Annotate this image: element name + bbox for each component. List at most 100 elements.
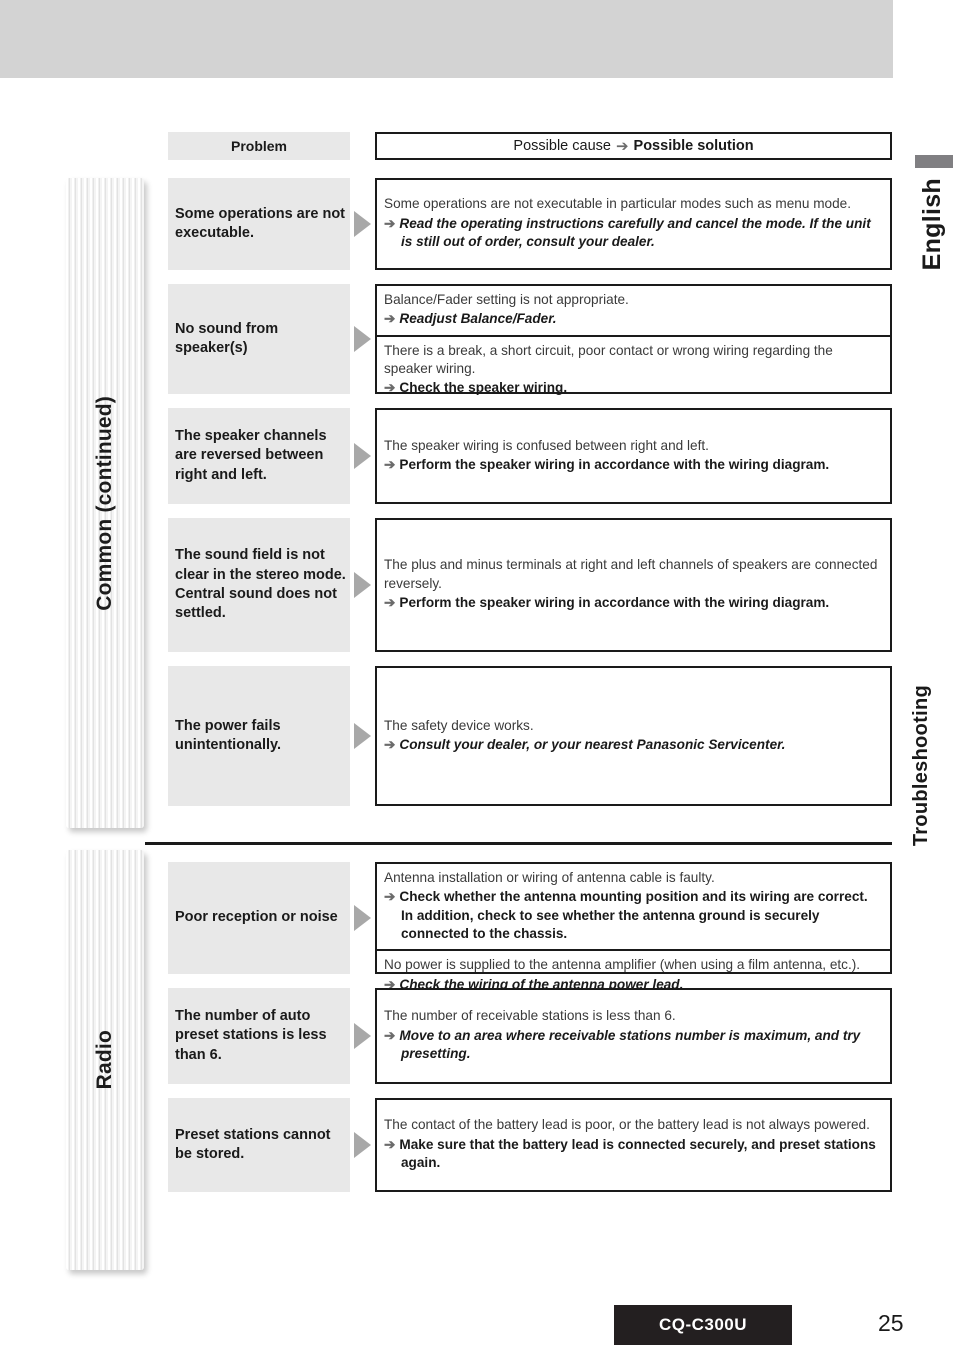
cause-text: Some operations are not executable in pa… [384,196,851,212]
solution-text: Check the speaker wiring. [399,380,568,396]
cause-solution-block: The plus and minus terminals at right an… [377,551,890,618]
problem-cell: Poor reception or noise [168,862,350,974]
problem-text: No sound from speaker(s) [175,320,279,356]
page-number: 25 [878,1310,904,1336]
solution-text: Move to an area where receivable station… [399,1027,861,1062]
problem-cell: The speaker channels are reversed betwee… [168,408,350,504]
table-row: Some operations are not executable. Some … [168,178,892,270]
cause-solution-cell: The plus and minus terminals at right an… [375,518,892,652]
solution-line: ➔ Check whether the antenna mounting posi… [384,888,882,943]
flow-arrow-icon [354,443,371,469]
table-row: No sound from speaker(s) Balance/Fader se… [168,284,892,395]
arrow-right-icon: ➔ [384,457,396,472]
solution-text: Read the operating instructions carefull… [399,215,871,250]
problem-cell: No sound from speaker(s) [168,284,350,394]
table-row: The number of auto preset stations is le… [168,988,892,1084]
cause-solution-cell: Some operations are not executable in pa… [375,178,892,270]
table-row: Preset stations cannot be stored. The con… [168,1098,892,1192]
problem-cell: Some operations are not executable. [168,178,350,270]
cause-solution-cell: The contact of the battery lead is poor,… [375,1098,892,1192]
cause-text: The contact of the battery lead is poor,… [384,1117,870,1133]
flow-arrow-icon [354,211,371,237]
section-tab-radio[interactable]: Radio [66,850,144,1270]
column-header-problem: Problem [168,132,350,160]
solution-line: ➔ Perform the speaker wiring in accordanc… [384,456,882,474]
cause-solution-cell: Balance/Fader setting is not appropriate… [375,284,892,395]
cause-text: No power is supplied to the antenna ampl… [384,957,861,973]
language-label: English [918,178,946,271]
problem-text: Poor reception or noise [175,909,338,926]
problem-text: Preset stations cannot be stored. [175,1126,331,1162]
solution-line: ➔ Consult your dealer, or your nearest Pa… [384,736,882,754]
flow-arrow-icon [354,572,371,598]
solution-line: ➔ Read the operating instructions careful… [384,215,882,252]
cause-solution-block: Antenna installation or wiring of antenn… [377,864,890,949]
cause-text: The speaker wiring is confused between r… [384,437,709,453]
cause-solution-cell: The safety device works. ➔ Consult your de… [375,666,892,806]
problem-text: The speaker channels are reversed betwee… [175,428,327,483]
solution-text: Check whether the antenna mounting posit… [399,889,868,942]
section-tab-common-label: Common (continued) [93,395,116,611]
solution-text: Perform the speaker wiring in accordance… [399,595,830,611]
column-header-cause-solution: Possible cause ➔ Possible solution [375,132,892,160]
arrow-right-icon: ➔ [384,311,396,327]
table-row: The power fails unintentionally. The safe… [168,666,892,806]
solution-text: Make sure that the battery lead is conne… [399,1136,876,1171]
flow-arrow-icon [354,1023,371,1049]
problem-cell: The sound field is not clear in the ster… [168,518,350,652]
section-tab-common[interactable]: Common (continued) [66,178,144,828]
language-tab-marker [915,155,953,168]
table-row: Poor reception or noise Antenna installat… [168,862,892,992]
troubleshooting-table: Problem Possible cause ➔ Possible soluti… [168,132,892,1192]
arrow-right-icon: ➔ [384,595,396,611]
flow-arrow-icon [354,1132,371,1158]
problem-text: The power fails unintentionally. [175,717,282,753]
column-header-cause-text: Possible cause [513,138,611,154]
cause-solution-block: Some operations are not executable in pa… [377,190,890,257]
cause-solution-block: The number of receivable stations is les… [377,1002,890,1069]
cause-text: Balance/Fader setting is not appropriate… [384,292,629,307]
arrow-right-icon: ➔ [384,889,396,905]
column-header-solution-text: Possible solution [633,138,754,154]
cause-solution-cell: The speaker wiring is confused between r… [375,408,892,504]
cause-text: The plus and minus terminals at right an… [384,557,878,591]
arrow-right-icon: ➔ [384,1136,396,1152]
problem-cell: The power fails unintentionally. [168,666,350,806]
arrow-right-icon: ➔ [384,737,396,752]
solution-text: Readjust Balance/Fader. [399,311,557,327]
cause-solution-block: The contact of the battery lead is poor,… [377,1111,890,1178]
table-row: The sound field is not clear in the ster… [168,518,892,652]
model-badge: CQ-C300U [614,1305,792,1345]
cause-solution-block: There is a break, a short circuit, poor … [377,334,890,404]
solution-text: Consult your dealer, or your nearest Pan… [399,737,786,752]
manual-page: English Troubleshooting Common (continue… [0,0,954,1348]
solution-line: ➔ Make sure that the battery lead is conn… [384,1136,882,1173]
problem-text: The sound field is not clear in the ster… [175,547,346,622]
table-header-row: Problem Possible cause ➔ Possible soluti… [168,132,892,160]
solution-line: ➔ Move to an area where receivable statio… [384,1027,882,1064]
arrow-right-icon: ➔ [384,215,396,231]
solution-line: ➔ Readjust Balance/Fader. [384,310,882,328]
cause-solution-block: Balance/Fader setting is not appropriate… [377,286,890,335]
flow-arrow-icon [354,723,371,749]
flow-arrow-icon [354,326,371,352]
flow-arrow-icon [354,905,371,931]
cause-text: The number of receivable stations is les… [384,1008,676,1024]
cause-solution-cell: Antenna installation or wiring of antenn… [375,862,892,992]
arrow-right-icon: ➔ [384,1027,396,1043]
section-label: Troubleshooting [910,685,932,847]
top-gray-band [0,0,893,78]
solution-line: ➔ Check the speaker wiring. [384,379,882,397]
problem-cell: The number of auto preset stations is le… [168,988,350,1084]
cause-text: There is a break, a short circuit, poor … [384,342,833,377]
table-rows-host: Some operations are not executable. Some … [168,178,892,1192]
solution-text: Perform the speaker wiring in accordance… [399,457,830,472]
solution-line: ➔ Perform the speaker wiring in accordanc… [384,594,882,612]
problem-text: Some operations are not executable. [175,205,346,241]
cause-text: Antenna installation or wiring of antenn… [384,870,715,885]
cause-text: The safety device works. [384,717,534,733]
arrow-right-icon: ➔ [384,380,396,396]
cause-solution-cell: The number of receivable stations is les… [375,988,892,1084]
arrow-right-icon: ➔ [615,138,629,155]
cause-solution-block: The speaker wiring is confused between r… [377,432,890,481]
